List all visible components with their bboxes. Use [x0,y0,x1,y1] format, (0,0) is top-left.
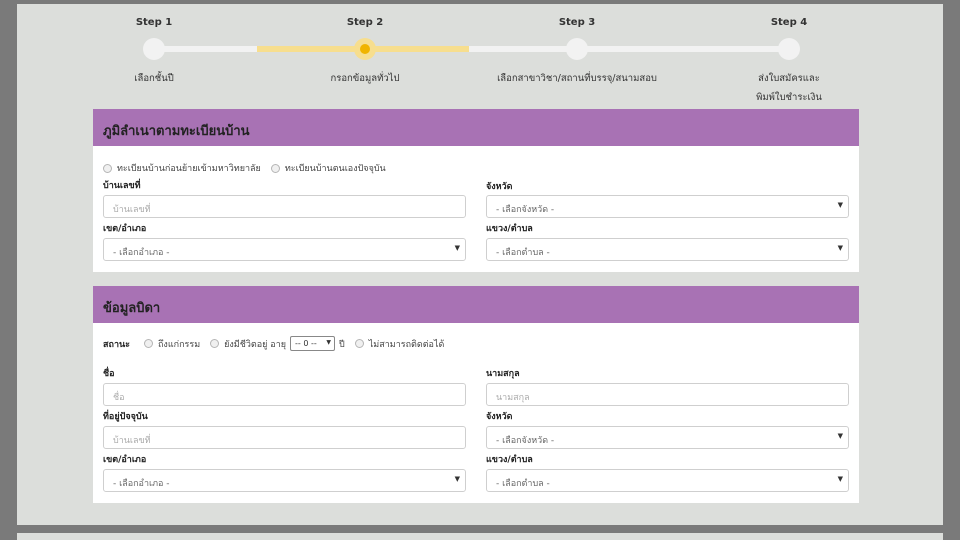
chevron-down-icon: ▼ [837,475,843,483]
step-4-label-line-2: พิมพ์ใบชำระเงิน [756,92,822,103]
radio-deceased[interactable] [143,339,153,348]
chevron-down-icon: ▼ [837,244,843,252]
stepper-track-3 [469,46,789,52]
age-select-value: -- 0 -- [295,339,317,348]
chevron-down-icon: ▼ [454,244,460,252]
house-registration-panel: ภูมิลำเนาตามทะเบียนบ้าน ทะเบียนบ้านก่อนย… [93,109,859,272]
father-subdistrict-label: แขวง/ตำบล [486,455,533,465]
last-name-label: นามสกุล [486,369,520,379]
step-1-label: เลือกชั้นปี [134,73,174,84]
address-input[interactable]: บ้านเลขที่ [103,426,466,449]
father-district-select[interactable]: - เลือกอำเภอ - ▼ [103,469,466,492]
panel-title-father-info: ข้อมูลบิดา [93,286,859,323]
chevron-down-icon: ▼ [837,201,843,209]
page-container: Step 1 Step 2 Step 3 Step 4 เลือกชั้นปี … [17,4,943,525]
father-status-radio-group: สถานะ ถึงแก่กรรม ยังมีชีวิตอยู่ อายุ -- … [103,336,444,351]
radio-current-registration-label: ทะเบียนบ้านตนเองปัจจุบัน [284,164,386,174]
radio-prior-registration-label: ทะเบียนบ้านก่อนย้ายเข้ามหาวิทยาลัย [117,164,261,174]
province-select[interactable]: - เลือกจังหวัด - ▼ [486,195,849,218]
house-no-label: บ้านเลขที่ [103,181,141,191]
step-2-dot-current[interactable] [354,38,376,60]
status-label: สถานะ [103,339,130,350]
step-4-label-line-1: ส่งใบสมัครและ [758,73,820,84]
step-2-label: กรอกข้อมูลทั่วไป [330,73,400,84]
father-subdistrict-select[interactable]: - เลือกตำบล - ▼ [486,469,849,492]
father-district-label: เขต/อำเภอ [103,455,147,465]
house-no-input[interactable]: บ้านเลขที่ [103,195,466,218]
step-3-label: เลือกสาขาวิชา/สถานที่บรรจุ/สนามสอบ [497,73,657,84]
chevron-down-icon: ▼ [326,339,332,346]
age-unit-label: ปี [339,339,345,350]
radio-unreachable-label: ไม่สามารถติดต่อได้ [368,339,445,350]
progress-stepper: Step 1 Step 2 Step 3 Step 4 เลือกชั้นปี … [17,4,943,104]
step-2-title: Step 2 [346,17,384,28]
radio-deceased-label: ถึงแก่กรรม [157,339,201,350]
age-select[interactable]: -- 0 -- ▼ [290,336,336,351]
step-1-title: Step 1 [135,17,173,28]
last-name-input[interactable]: นามสกุล [486,383,849,406]
province-label: จังหวัด [486,182,513,192]
address-source-radio-group: ทะเบียนบ้านก่อนย้ายเข้ามหาวิทยาลัย ทะเบี… [103,161,386,175]
father-district-select-value: - เลือกอำเภอ - [113,479,170,489]
step-4-title: Step 4 [770,17,808,28]
father-info-panel: ข้อมูลบิดา สถานะ ถึงแก่กรรม ยังมีชีวิตอย… [93,286,859,503]
step-3-title: Step 3 [558,17,596,28]
subdistrict-label: แขวง/ตำบล [486,224,533,234]
district-label: เขต/อำเภอ [103,224,147,234]
chevron-down-icon: ▼ [837,432,843,440]
first-name-input[interactable]: ชื่อ [103,383,466,406]
father-province-select[interactable]: - เลือกจังหวัด - ▼ [486,426,849,449]
district-select[interactable]: - เลือกอำเภอ - ▼ [103,238,466,261]
subdistrict-select-value: - เลือกตำบล - [496,248,550,258]
first-name-label: ชื่อ [103,369,115,379]
step-3-dot[interactable] [566,38,588,60]
father-province-select-value: - เลือกจังหวัด - [496,436,555,446]
panel-title-house-registration: ภูมิลำเนาตามทะเบียนบ้าน [93,109,859,146]
chevron-down-icon: ▼ [454,475,460,483]
father-subdistrict-select-value: - เลือกตำบล - [496,479,550,489]
step-4-dot[interactable] [778,38,800,60]
radio-alive[interactable] [210,339,220,348]
address-label: ที่อยู่ปัจจุบัน [103,412,148,422]
subdistrict-select[interactable]: - เลือกตำบล - ▼ [486,238,849,261]
step-4-label: ส่งใบสมัครและ พิมพ์ใบชำระเงิน [689,69,889,107]
radio-prior-registration[interactable] [103,163,112,173]
province-select-value: - เลือกจังหวัด - [496,205,555,215]
father-province-label: จังหวัด [486,412,513,422]
radio-unreachable[interactable] [354,339,364,348]
radio-current-registration[interactable] [270,163,280,173]
radio-alive-label: ยังมีชีวิตอยู่ อายุ [224,339,287,350]
next-page-edge [17,533,943,540]
stepper-track-1 [154,46,257,52]
district-select-value: - เลือกอำเภอ - [113,248,170,258]
step-1-dot[interactable] [143,38,165,60]
